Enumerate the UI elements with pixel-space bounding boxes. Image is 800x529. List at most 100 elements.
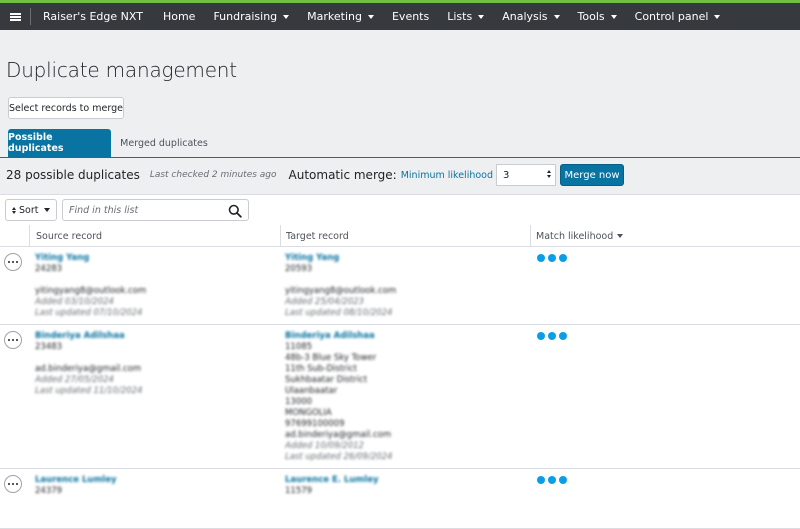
likelihood-dot — [548, 254, 556, 262]
table-row: Binderiya Adilshaa 23483 ad.binderiya@gm… — [0, 325, 800, 469]
table-header: Source record Target record Match likeli… — [0, 225, 800, 247]
source-record-added: Added 03/10/2024 — [35, 297, 114, 307]
match-likelihood-indicator — [537, 254, 567, 262]
nav-item-label: Tools — [577, 10, 605, 23]
nav-item-fundraising[interactable]: Fundraising — [213, 10, 290, 23]
row-context-menu-button[interactable] — [4, 475, 22, 493]
nav-item-label: Lists — [447, 10, 473, 23]
target-record-name-link[interactable]: Binderiya Adilshaa — [285, 331, 525, 342]
likelihood-dot — [559, 476, 567, 484]
source-record-id: 24379 — [35, 486, 63, 496]
nav-item-label: Fundraising — [213, 10, 278, 23]
likelihood-dot — [559, 332, 567, 340]
column-header-target[interactable]: Target record — [280, 225, 530, 247]
likelihood-dot — [559, 254, 567, 262]
target-record-cell: Laurence E. Lumley 11579 — [285, 475, 525, 497]
merge-now-button[interactable]: Merge now — [560, 164, 625, 186]
sort-button[interactable]: Sort — [5, 199, 57, 221]
nav-item-label: Marketing — [307, 10, 362, 23]
column-header-source[interactable]: Source record — [29, 225, 280, 247]
row-context-menu-button[interactable] — [4, 253, 22, 271]
caret-down-icon — [553, 14, 560, 19]
target-address-line: 11th Sub-District — [285, 364, 358, 374]
table-row: Yiting Yang 24283 yitingyang8@outlook.co… — [0, 247, 800, 325]
match-likelihood-indicator — [537, 476, 567, 484]
nav-item-home[interactable]: Home — [163, 10, 195, 23]
page-title: Duplicate management — [6, 58, 237, 82]
likelihood-dot — [548, 476, 556, 484]
sort-desc-icon — [617, 234, 624, 238]
source-record-email: ad.binderiya@gmail.com — [35, 364, 142, 374]
target-address-line: MONGOLIA — [285, 408, 332, 418]
minimum-likelihood-label: Minimum likelihood — [400, 169, 494, 181]
hamburger-icon[interactable] — [0, 3, 30, 30]
tab-bar: Possible duplicates Merged duplicates — [0, 129, 800, 158]
source-record-name-link[interactable]: Yiting Yang — [35, 253, 275, 264]
summary-bar: 28 possible duplicates Last checked 2 mi… — [6, 163, 796, 187]
target-record-id: 11085 — [285, 342, 313, 352]
nav-item-control-panel[interactable]: Control panel — [635, 10, 721, 23]
likelihood-dot — [537, 332, 545, 340]
search-input[interactable] — [63, 200, 229, 220]
source-record-updated: Last updated 07/10/2024 — [35, 308, 143, 318]
search-icon[interactable] — [228, 204, 242, 218]
automatic-merge-label: Automatic merge: — [288, 168, 397, 182]
source-record-cell: Laurence Lumley 24379 — [35, 475, 275, 497]
likelihood-dot — [548, 332, 556, 340]
nav-item-label: Home — [162, 10, 196, 23]
source-record-cell: Binderiya Adilshaa 23483 ad.binderiya@gm… — [35, 331, 275, 397]
target-record-updated: Last updated 08/10/2024 — [285, 308, 393, 318]
target-record-email: ad.binderiya@gmail.com — [285, 430, 392, 440]
target-record-id: 11579 — [285, 486, 313, 496]
app-brand[interactable]: Raiser's Edge NXT — [43, 10, 143, 23]
select-arrows-icon — [547, 170, 552, 178]
source-record-email: yitingyang8@outlook.com — [35, 286, 147, 296]
target-address-line: Sukhbaatar District — [285, 375, 368, 385]
list-toolbar: Sort — [0, 194, 800, 226]
column-header-label: Target record — [286, 230, 349, 242]
column-header-match[interactable]: Match likelihood — [530, 225, 800, 247]
tab-merged-duplicates[interactable]: Merged duplicates — [111, 129, 217, 157]
source-record-name-link[interactable]: Binderiya Adilshaa — [35, 331, 275, 342]
target-record-added: Added 10/09/2012 — [285, 441, 364, 451]
caret-down-icon — [714, 14, 721, 19]
likelihood-dot — [537, 254, 545, 262]
target-record-email: yitingyang8@outlook.com — [285, 286, 397, 296]
target-address-line: 48b-3 Blue Sky Tower — [285, 353, 377, 363]
source-record-added: Added 27/05/2024 — [35, 375, 114, 385]
target-record-cell: Yiting Yang 20593 yitingyang8@outlook.co… — [285, 253, 525, 319]
target-address-line: 13000 — [285, 397, 313, 407]
source-record-id: 24283 — [35, 264, 63, 274]
target-record-added: Added 25/04/2023 — [285, 297, 364, 307]
source-record-id: 23483 — [35, 342, 63, 352]
target-record-cell: Binderiya Adilshaa 11085 48b-3 Blue Sky … — [285, 331, 525, 463]
target-record-updated: Last updated 26/09/2024 — [285, 452, 393, 462]
row-context-menu-button[interactable] — [4, 331, 22, 349]
target-address-line: Ulaanbaatar — [285, 386, 338, 396]
nav-item-label: Control panel — [634, 10, 709, 23]
nav-item-analysis[interactable]: Analysis — [502, 10, 560, 23]
column-header-label: Match likelihood — [536, 230, 614, 242]
nav-item-label: Events — [391, 10, 430, 23]
caret-down-icon — [478, 14, 485, 19]
target-record-name-link[interactable]: Laurence E. Lumley — [285, 475, 525, 486]
nav-item-tools[interactable]: Tools — [578, 10, 617, 23]
nav-item-lists[interactable]: Lists — [447, 10, 485, 23]
caret-down-icon — [44, 208, 51, 212]
nav-item-marketing[interactable]: Marketing — [307, 10, 374, 23]
select-records-button[interactable]: Select records to merge — [8, 97, 124, 119]
source-record-updated: Last updated 11/10/2024 — [35, 386, 143, 396]
sort-label: Sort — [19, 204, 39, 216]
target-record-name-link[interactable]: Yiting Yang — [285, 253, 525, 264]
likelihood-dot — [537, 476, 545, 484]
likelihood-select-value: 3 — [503, 169, 510, 181]
match-likelihood-indicator — [537, 332, 567, 340]
tab-possible-duplicates[interactable]: Possible duplicates — [8, 129, 111, 157]
search-box — [62, 199, 249, 221]
caret-down-icon — [283, 14, 290, 19]
nav-item-events[interactable]: Events — [392, 10, 429, 23]
source-record-cell: Yiting Yang 24283 yitingyang8@outlook.co… — [35, 253, 275, 319]
likelihood-select[interactable]: 3 — [496, 164, 557, 186]
caret-down-icon — [610, 14, 617, 19]
source-record-name-link[interactable]: Laurence Lumley — [35, 475, 275, 486]
